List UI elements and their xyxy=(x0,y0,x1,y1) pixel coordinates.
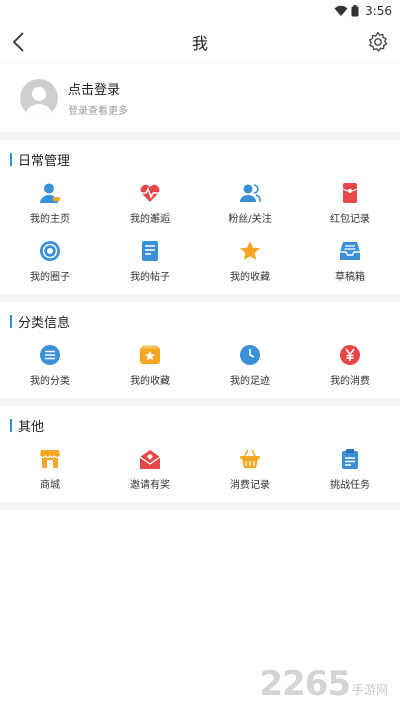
status-time: 3:56 xyxy=(365,4,392,18)
menu-item-label: 粉丝/关注 xyxy=(228,213,272,225)
section-classified-info: 分类信息 我的分类 我的收藏 我的足迹 我的消费 xyxy=(0,302,400,398)
menu-item-challenge-tasks[interactable]: 挑战任务 xyxy=(300,440,400,498)
divider xyxy=(0,294,400,302)
divider xyxy=(0,502,400,510)
heartbeat-icon xyxy=(140,184,160,202)
invite-mail-icon xyxy=(139,449,161,469)
menu-item-fans-follow[interactable]: 粉丝/关注 xyxy=(200,174,300,232)
nav-bar: 我 xyxy=(0,22,400,62)
profile-login-row[interactable]: 点击登录 登录查看更多 xyxy=(0,62,400,132)
section-accent-bar xyxy=(10,314,12,328)
menu-item-my-posts[interactable]: 我的帖子 xyxy=(100,232,200,290)
avatar[interactable] xyxy=(20,78,58,117)
menu-item-label: 我的足迹 xyxy=(230,375,270,387)
status-icons xyxy=(334,5,359,17)
list-icon xyxy=(40,344,60,365)
status-bar: 3:56 xyxy=(0,0,400,22)
menu-item-my-categories[interactable]: 我的分类 xyxy=(0,336,100,394)
menu-item-label: 消费记录 xyxy=(230,479,270,491)
menu-item-label: 挑战任务 xyxy=(330,479,370,491)
menu-item-label: 商城 xyxy=(40,479,60,491)
menu-item-my-homepage[interactable]: 我的主页 xyxy=(0,174,100,232)
menu-item-label: 红包记录 xyxy=(330,213,370,225)
post-icon xyxy=(142,240,158,261)
section-title: 分类信息 xyxy=(18,315,71,331)
menu-item-label: 我的主页 xyxy=(30,213,70,225)
back-icon[interactable] xyxy=(8,30,32,54)
menu-item-my-circle[interactable]: 我的圈子 xyxy=(0,232,100,290)
menu-item-label: 我的圈子 xyxy=(30,271,70,283)
watermark-number: 2265 xyxy=(259,664,351,704)
menu-item-label: 我的分类 xyxy=(30,375,70,387)
menu-item-my-collection[interactable]: 我的收藏 xyxy=(100,336,200,394)
menu-item-my-spending[interactable]: 我的消费 xyxy=(300,336,400,394)
login-label[interactable]: 点击登录 xyxy=(68,79,128,98)
menu-item-my-encounter[interactable]: 我的邂逅 xyxy=(100,174,200,232)
yen-icon xyxy=(340,344,360,365)
menu-item-label: 我的邂逅 xyxy=(130,213,170,225)
section-accent-bar xyxy=(10,418,12,432)
menu-item-label: 我的帖子 xyxy=(130,271,170,283)
section-title: 其他 xyxy=(18,419,45,435)
circle-target-icon xyxy=(40,240,60,261)
menu-item-label: 邀请有奖 xyxy=(130,479,170,491)
login-subtext: 登录查看更多 xyxy=(68,105,128,117)
user-icon xyxy=(40,183,60,203)
section-accent-bar xyxy=(10,152,12,166)
page-title: 我 xyxy=(191,34,208,53)
menu-item-label: 我的消费 xyxy=(330,375,370,387)
clock-icon xyxy=(240,344,260,365)
menu-item-mall[interactable]: 商城 xyxy=(0,440,100,498)
basket-icon xyxy=(240,449,260,468)
menu-item-label: 我的收藏 xyxy=(230,271,270,283)
menu-item-spending-records[interactable]: 消费记录 xyxy=(200,440,300,498)
shop-icon xyxy=(39,449,61,468)
star-folder-icon xyxy=(140,345,160,364)
wifi-icon xyxy=(334,5,348,16)
menu-item-drafts[interactable]: 草稿箱 xyxy=(300,232,400,290)
menu-item-my-footprints[interactable]: 我的足迹 xyxy=(200,336,300,394)
divider xyxy=(0,132,400,140)
section-other: 其他 商城 邀请有奖 消费记录 挑战任务 xyxy=(0,406,400,502)
default-avatar-icon xyxy=(25,86,53,117)
star-icon xyxy=(240,240,260,260)
menu-item-label: 草稿箱 xyxy=(335,271,365,283)
menu-item-my-favorites[interactable]: 我的收藏 xyxy=(200,232,300,290)
users-icon xyxy=(240,183,261,202)
watermark-text: 手游网 xyxy=(351,683,388,697)
divider xyxy=(0,398,400,406)
menu-item-invite-reward[interactable]: 邀请有奖 xyxy=(100,440,200,498)
red-envelope-icon xyxy=(342,182,358,203)
gear-icon[interactable] xyxy=(366,30,390,54)
menu-item-label: 我的收藏 xyxy=(130,375,170,387)
section-title: 日常管理 xyxy=(18,153,71,169)
clipboard-icon xyxy=(342,448,358,469)
section-daily-management: 日常管理 我的主页 我的邂逅 粉丝/关注 红包记录 我的圈子 我的帖子 我的收藏 xyxy=(0,140,400,294)
watermark: 2265 手游网 xyxy=(259,664,388,704)
menu-item-red-envelope-records[interactable]: 红包记录 xyxy=(300,174,400,232)
inbox-icon xyxy=(340,241,360,260)
battery-icon xyxy=(351,5,359,17)
